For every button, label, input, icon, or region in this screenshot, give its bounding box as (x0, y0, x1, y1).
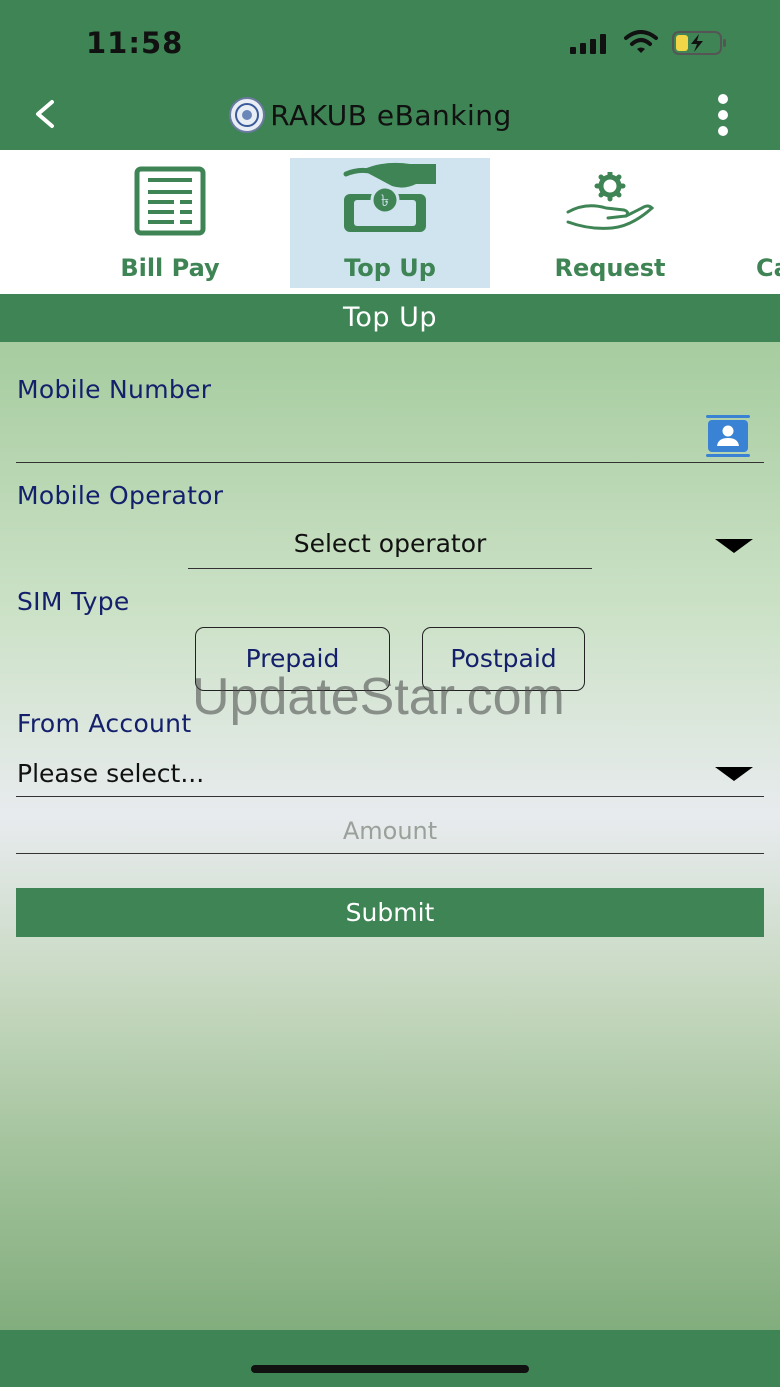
tab-label: Bill Pay (120, 254, 220, 282)
topup-form: Mobile Number Mobile Operator Select ope… (0, 342, 780, 1330)
tab-request[interactable]: Request (510, 158, 710, 288)
cellular-signal-icon (570, 34, 606, 54)
mobile-number-label: Mobile Number (17, 375, 212, 404)
bill-document-icon (134, 166, 206, 236)
app-title: RAKUB eBanking (270, 98, 512, 132)
account-dropdown-caret-icon[interactable] (715, 767, 753, 781)
service-tab-strip: r Bill Pay ৳ Top Up (0, 150, 780, 294)
tab-label: Request (554, 254, 666, 282)
tab-bill-pay[interactable]: Bill Pay (70, 158, 270, 288)
submit-button[interactable]: Submit (16, 888, 764, 937)
tab-top-up[interactable]: ৳ Top Up (290, 158, 490, 288)
contact-book-icon[interactable] (704, 412, 752, 460)
battery-charging-icon (672, 31, 726, 55)
amount-underline (16, 853, 764, 854)
tab-label: Top Up (344, 254, 436, 282)
status-bar: 11:58 (0, 0, 780, 80)
bottom-bar (0, 1330, 780, 1387)
operator-select[interactable]: Select operator (190, 522, 590, 566)
bank-logo-icon (229, 97, 266, 133)
hand-gear-icon (566, 172, 655, 230)
mobile-operator-label: Mobile Operator (17, 481, 224, 510)
app-bar: RAKUB eBanking (0, 80, 780, 150)
tab-next-partial[interactable]: Ca (740, 158, 780, 288)
wifi-icon (624, 30, 658, 53)
more-vertical-icon[interactable] (706, 92, 740, 138)
tab-label: Ca (756, 254, 780, 282)
svg-text:৳: ৳ (381, 191, 389, 210)
mobile-topup-icon: ৳ (343, 162, 436, 232)
from-account-label: From Account (17, 709, 192, 738)
amount-input[interactable] (17, 809, 763, 853)
account-select[interactable]: Please select... (17, 752, 707, 796)
account-underline (16, 796, 764, 797)
tab-label: r (0, 254, 12, 282)
mobile-number-underline (16, 462, 764, 463)
status-time: 11:58 (86, 26, 184, 60)
operator-underline (188, 568, 592, 569)
sim-type-label: SIM Type (17, 587, 130, 616)
home-indicator[interactable] (251, 1365, 529, 1373)
app-title-group: RAKUB eBanking (0, 80, 780, 150)
operator-dropdown-caret-icon[interactable] (715, 539, 753, 553)
section-header: Top Up (0, 294, 780, 342)
mobile-number-input[interactable] (17, 412, 697, 462)
watermark: UpdateStar.com (192, 668, 565, 726)
tab-previous-partial[interactable]: r (0, 158, 12, 288)
